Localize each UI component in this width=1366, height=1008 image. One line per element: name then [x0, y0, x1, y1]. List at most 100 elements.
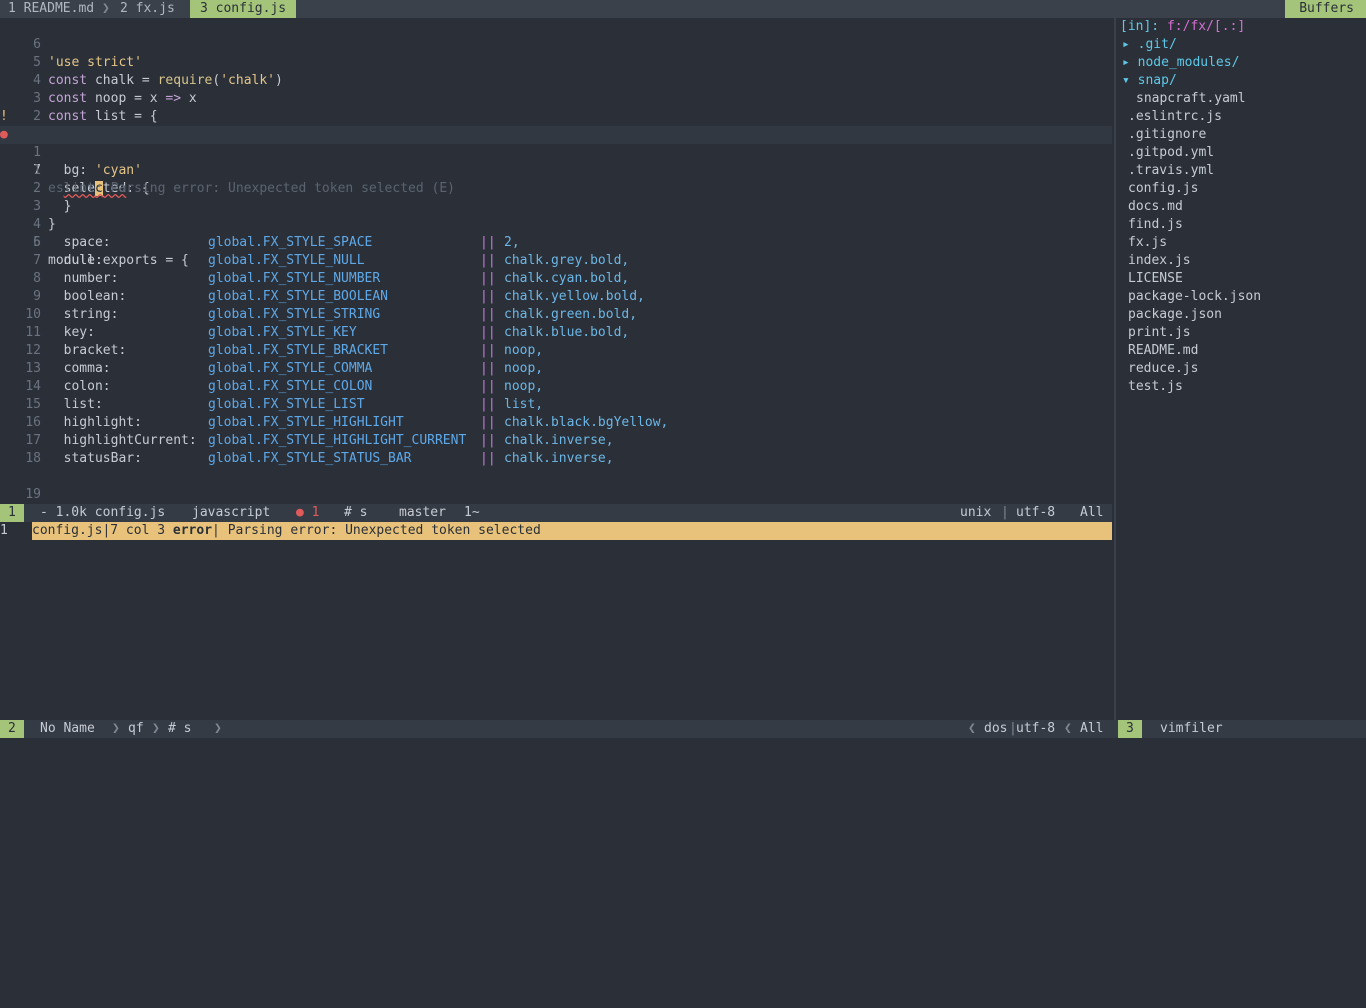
- filer-file[interactable]: find.js: [1128, 216, 1183, 234]
- fallback-value: 2,: [504, 235, 520, 250]
- file-name: README.md: [1128, 343, 1199, 358]
- filer-path: f:/fx/[.:]: [1166, 19, 1246, 34]
- global-ref: global.FX_STYLE_LIST: [208, 397, 365, 412]
- divider: |: [1001, 505, 1009, 520]
- filer-file[interactable]: test.js: [1128, 378, 1183, 396]
- filer-file[interactable]: .travis.yml: [1128, 162, 1214, 180]
- property-key: bracket:: [48, 343, 127, 358]
- filer-file[interactable]: .eslintrc.js: [1128, 108, 1222, 126]
- code-line: 19 }: [0, 468, 1112, 520]
- or-operator: ||: [480, 415, 496, 430]
- global-ref: global.FX_STYLE_STRING: [208, 307, 381, 322]
- code-line: ! 1 bg: 'cyan': [0, 108, 1112, 178]
- file-format: dos: [984, 721, 1008, 736]
- extra-info: # s: [344, 505, 368, 520]
- code-line: 2 }: [0, 162, 1112, 214]
- property-key: statusBar:: [48, 451, 142, 466]
- quickfix-entry[interactable]: config.js|7 col 3 error| Parsing error: …: [32, 522, 1112, 540]
- filer-file[interactable]: print.js: [1128, 324, 1191, 342]
- code-line: 2 fg: 'black',: [0, 90, 1112, 142]
- directory-name: .git/: [1137, 37, 1177, 52]
- code-line: 14 colon: global.FX_STYLE_COLON || noop,: [0, 378, 1112, 396]
- editor-pane[interactable]: 6 'use strict' 5 const chalk = require('…: [0, 18, 1112, 520]
- tab-fx[interactable]: 2 fx.js: [114, 0, 181, 18]
- property-key: string:: [48, 307, 119, 322]
- global-ref: global.FX_STYLE_STATUS_BAR: [208, 451, 412, 466]
- extra-info: # s: [168, 721, 192, 736]
- or-operator: ||: [480, 343, 496, 358]
- filer-window-badge: 3: [1118, 720, 1142, 738]
- filer-file[interactable]: package.json: [1128, 306, 1222, 324]
- line-number: 13: [25, 361, 41, 376]
- filer-file[interactable]: fx.js: [1128, 234, 1167, 252]
- code-line: 11 key: global.FX_STYLE_KEY || chalk.blue.b…: [0, 324, 1112, 342]
- line-number: 15: [25, 397, 41, 412]
- filer-file[interactable]: index.js: [1128, 252, 1191, 270]
- filer-file[interactable]: .gitpod.yml: [1128, 144, 1214, 162]
- file-name: .gitignore: [1128, 127, 1207, 142]
- buffers-label[interactable]: Buffers: [1285, 0, 1366, 18]
- filer-file[interactable]: docs.md: [1128, 198, 1183, 216]
- filer-file[interactable]: README.md: [1128, 342, 1198, 360]
- global-ref: global.FX_STYLE_KEY: [208, 325, 357, 340]
- git-branch: master: [399, 505, 446, 520]
- line-number: 8: [33, 271, 41, 286]
- filer-file[interactable]: config.js: [1128, 180, 1198, 198]
- line-number: 7: [33, 253, 41, 268]
- file-info: - 1.0k config.js: [40, 505, 166, 520]
- folder-toggle-icon: ▸: [1122, 55, 1130, 70]
- filer-name: vimfiler: [1160, 721, 1223, 736]
- tab-config[interactable]: 3 config.js: [190, 0, 297, 18]
- file-name: LICENSE: [1128, 271, 1183, 286]
- file-encoding: utf-8: [1016, 721, 1056, 736]
- error-sign-icon: ●: [0, 127, 8, 142]
- fallback-value: list,: [504, 397, 544, 412]
- separator-icon: ❮: [1064, 721, 1072, 736]
- tab-readme[interactable]: 1 README.md: [0, 0, 98, 18]
- file-name: .eslintrc.js: [1128, 109, 1222, 124]
- filer-header: [in]: f:/fx/[.:]: [1120, 18, 1245, 36]
- code-line: 1 eslint: Parsing error: Unexpected toke…: [0, 144, 1112, 196]
- code-line: 16 highlight: global.FX_STYLE_HIGHLIGHT ||…: [0, 414, 1112, 432]
- filer-directory[interactable]: ▸ .git/: [1122, 36, 1177, 54]
- line-number: 12: [25, 343, 41, 358]
- or-operator: ||: [480, 271, 496, 286]
- property-key: boolean:: [48, 289, 127, 304]
- filer-file[interactable]: LICENSE: [1128, 270, 1183, 288]
- filer-file[interactable]: reduce.js: [1128, 360, 1198, 378]
- code-line: 8 number: global.FX_STYLE_NUMBER || chalk.c…: [0, 270, 1112, 288]
- line-number: 16: [25, 415, 41, 430]
- code-line: 5 const chalk = require('chalk'): [0, 36, 1112, 88]
- file-name: docs.md: [1128, 199, 1183, 214]
- line-number: 18: [25, 451, 41, 466]
- file-format: unix: [960, 505, 992, 520]
- file-name: .travis.yml: [1128, 163, 1215, 178]
- code-line: 18 statusBar: global.FX_STYLE_STATUS_BAR |…: [0, 450, 1112, 468]
- or-operator: ||: [480, 253, 496, 268]
- filer-file[interactable]: .gitignore: [1128, 126, 1206, 144]
- or-operator: ||: [480, 235, 496, 250]
- line-number: 6: [33, 235, 41, 250]
- property-key: highlightCurrent:: [48, 433, 197, 448]
- directory-name: snap/: [1137, 73, 1177, 88]
- code-line: 5 module.exports = {: [0, 216, 1112, 268]
- separator-icon: ❯: [152, 721, 160, 736]
- or-operator: ||: [480, 289, 496, 304]
- filer-file[interactable]: snapcraft.yaml: [1136, 90, 1246, 108]
- filer-directory[interactable]: ▾ snap/: [1122, 72, 1177, 90]
- filer-directory[interactable]: ▸ node_modules/: [1122, 54, 1239, 72]
- code-line: 12 bracket: global.FX_STYLE_BRACKET || noop…: [0, 342, 1112, 360]
- scroll-position: All: [1080, 505, 1104, 520]
- fallback-value: chalk.blue.bold,: [504, 325, 630, 340]
- tabline: 1 README.md ❯ 2 fx.js 3 config.js Buffer…: [0, 0, 1366, 18]
- directory-name: node_modules/: [1137, 55, 1240, 70]
- error-count[interactable]: ● 1: [296, 504, 319, 522]
- code-line: 9 boolean: global.FX_STYLE_BOOLEAN || chalk…: [0, 288, 1112, 306]
- or-operator: ||: [480, 379, 496, 394]
- file-explorer[interactable]: [in]: f:/fx/[.:] ▸ .git/▸ node_modules/▾…: [1116, 18, 1366, 720]
- code-line: 6 space: global.FX_STYLE_SPACE || 2,: [0, 234, 1112, 252]
- folder-toggle-icon: ▾: [1122, 73, 1130, 88]
- fallback-value: chalk.green.bold,: [504, 307, 638, 322]
- file-name: .gitpod.yml: [1128, 145, 1215, 160]
- filer-file[interactable]: package-lock.json: [1128, 288, 1261, 306]
